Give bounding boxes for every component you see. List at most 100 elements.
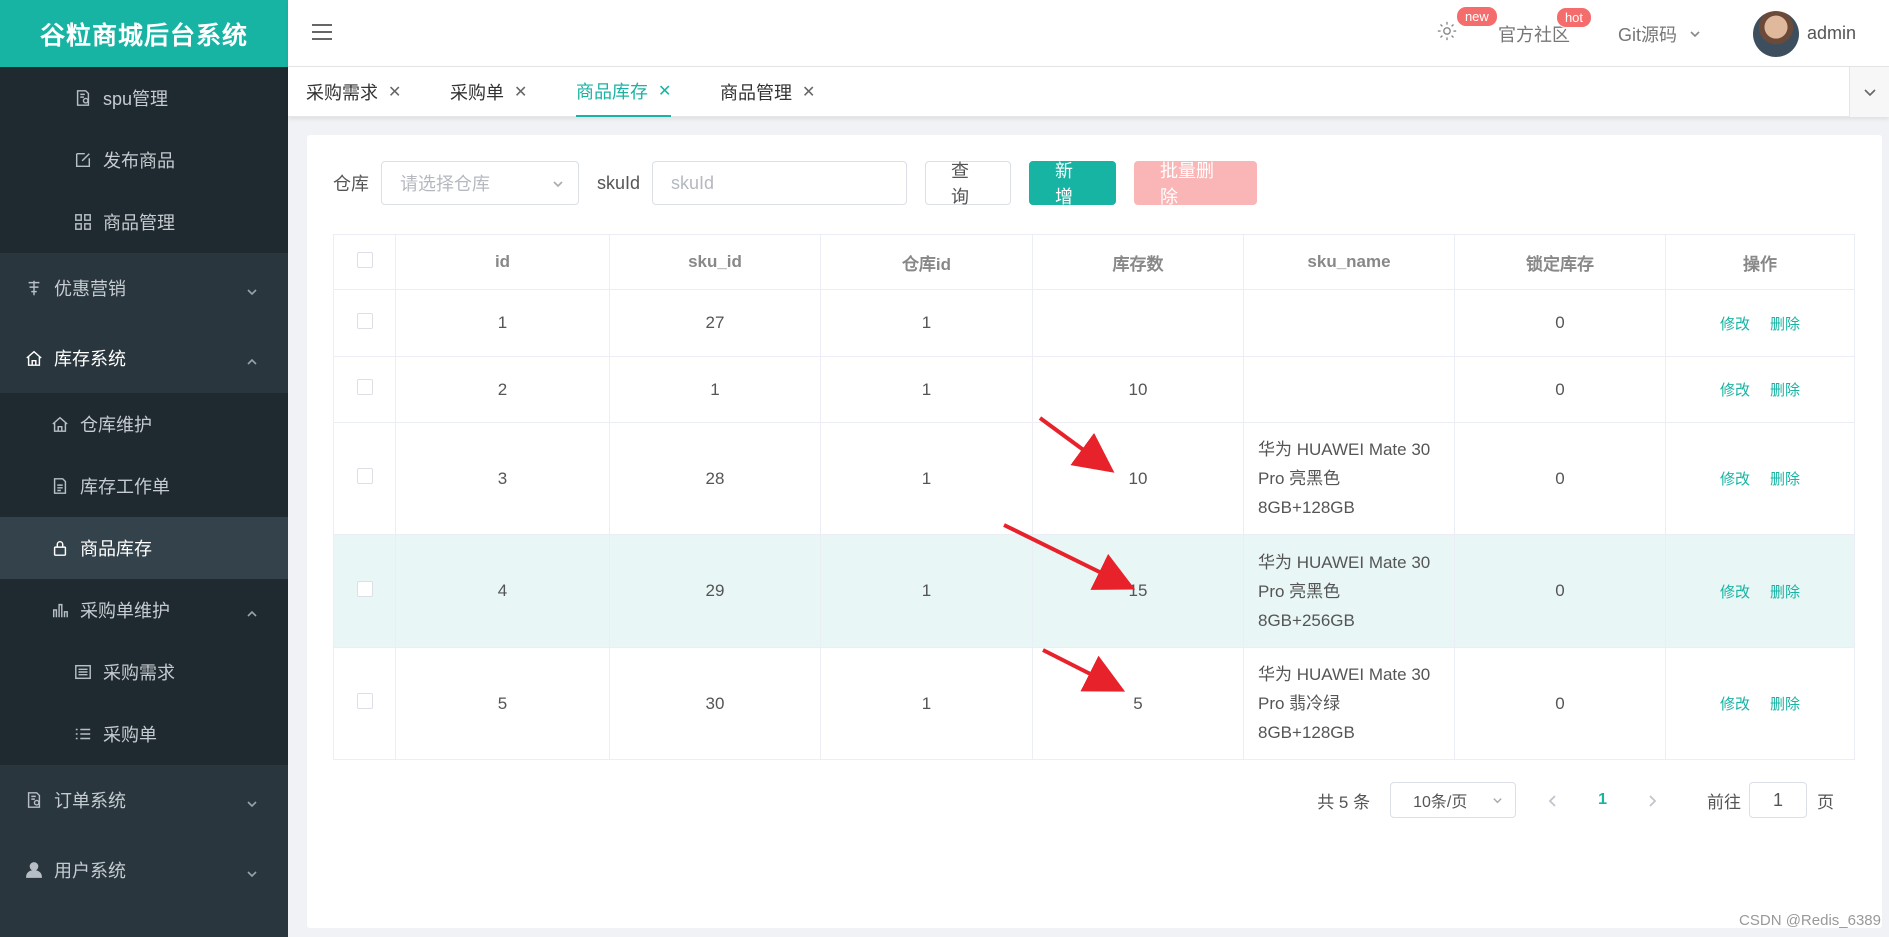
- tabs-dropdown-button[interactable]: [1849, 67, 1889, 117]
- sidebar-item-purchase-maintain[interactable]: 采购单维护: [0, 579, 288, 641]
- column-header[interactable]: 库存数: [1032, 234, 1244, 290]
- cell-actions: 修改 删除: [1665, 356, 1855, 423]
- column-header[interactable]: sku_id: [609, 234, 821, 290]
- batch-delete-button[interactable]: 批量删除: [1134, 161, 1258, 207]
- hamburger-icon[interactable]: [312, 24, 332, 42]
- sidebar-item-purchase-order[interactable]: 采购单: [0, 703, 288, 765]
- sidebar-item-inventory[interactable]: 库存系统: [0, 323, 288, 393]
- sidebar-item-label: spu管理: [103, 89, 169, 109]
- delete-button[interactable]: 删除: [1770, 382, 1800, 399]
- total-count: 共 5 条: [1317, 792, 1371, 812]
- chevron-up-icon: [246, 604, 258, 625]
- delete-button[interactable]: 删除: [1770, 316, 1800, 333]
- close-icon[interactable]: ✕: [514, 82, 527, 102]
- cell-sku-id: 28: [609, 422, 821, 535]
- column-header[interactable]: 仓库id: [820, 234, 1033, 290]
- tabs-bar: 采购需求 ✕ 采购单 ✕ 商品库存 ✕ 商品管理 ✕: [288, 67, 1889, 117]
- next-page-button[interactable]: [1645, 793, 1659, 807]
- home-icon: [24, 348, 44, 368]
- sidebar-item-purchase-demand[interactable]: 采购需求: [0, 641, 288, 703]
- select-all-checkbox[interactable]: [356, 251, 373, 268]
- sidebar-item-label: 优惠营销: [54, 279, 126, 299]
- chevron-left-icon: [1548, 795, 1556, 807]
- tab-product-stock[interactable]: 商品库存 ✕: [576, 67, 672, 117]
- tab-purchase-demand[interactable]: 采购需求 ✕: [306, 67, 401, 117]
- skuid-input[interactable]: [652, 161, 908, 205]
- edit-button[interactable]: 修改: [1720, 471, 1750, 488]
- row-checkbox[interactable]: [356, 580, 373, 597]
- goto-page-input[interactable]: [1749, 782, 1807, 818]
- row-select-cell: [333, 422, 396, 535]
- edit-button[interactable]: 修改: [1720, 696, 1750, 713]
- sidebar-item-work-order[interactable]: 库存工作单: [0, 455, 288, 517]
- content-card: 仓库 请选择仓库 skuId 查询 新增 批量删除 id sku_id 仓库id…: [307, 135, 1882, 928]
- edit-button[interactable]: 修改: [1720, 584, 1750, 601]
- sidebar-item-label: 采购单维护: [80, 601, 170, 621]
- close-icon[interactable]: ✕: [802, 82, 815, 102]
- chevron-down-icon: [1493, 798, 1502, 804]
- username[interactable]: admin: [1807, 23, 1856, 44]
- tab-label: 采购需求: [306, 83, 378, 103]
- cell-actions: 修改 删除: [1665, 422, 1855, 535]
- gear-icon: [1437, 21, 1457, 41]
- prev-page-button[interactable]: [1546, 793, 1560, 807]
- column-header[interactable]: 锁定库存: [1454, 234, 1666, 290]
- warehouse-select[interactable]: 请选择仓库: [381, 161, 579, 205]
- goto-label: 前往: [1707, 792, 1741, 812]
- avatar[interactable]: [1752, 10, 1799, 57]
- user-icon: [24, 860, 44, 880]
- sidebar-item-warehouse[interactable]: 仓库维护: [0, 393, 288, 455]
- community-link[interactable]: 官方社区 hot: [1498, 6, 1593, 47]
- cell-actions: 修改 删除: [1665, 647, 1855, 760]
- add-button[interactable]: 新增: [1029, 161, 1117, 207]
- page-unit-label: 页: [1817, 792, 1834, 812]
- cell-sku-id: 1: [609, 356, 821, 423]
- close-icon[interactable]: ✕: [388, 82, 401, 102]
- git-source-dropdown[interactable]: Git源码: [1618, 21, 1701, 47]
- sidebar-item-spu[interactable]: spu管理: [0, 67, 288, 129]
- sidebar-item-label: 采购单: [103, 725, 157, 745]
- column-header[interactable]: sku_name: [1243, 234, 1455, 290]
- list-icon: [73, 724, 93, 744]
- tab-purchase-order[interactable]: 采购单 ✕: [450, 67, 527, 117]
- close-icon[interactable]: ✕: [658, 81, 671, 101]
- cell-sku-id: 29: [609, 534, 821, 648]
- chevron-down-icon: [553, 181, 563, 188]
- sidebar-item-publish-product[interactable]: 发布商品: [0, 129, 288, 191]
- sidebar-item-product-stock[interactable]: 商品库存: [0, 517, 288, 579]
- tab-product-manage[interactable]: 商品管理 ✕: [720, 67, 815, 117]
- cell-actions: 修改 删除: [1665, 534, 1855, 648]
- sidebar-item-marketing[interactable]: 优惠营销: [0, 253, 288, 323]
- bar-chart-icon: [50, 600, 70, 620]
- delete-button[interactable]: 删除: [1770, 471, 1800, 488]
- table-row: 3 28 1 10 华为 HUAWEI Mate 30 Pro 亮黑色 8GB+…: [333, 422, 1855, 535]
- column-header[interactable]: id: [395, 234, 610, 290]
- row-checkbox[interactable]: [356, 312, 373, 329]
- row-select-cell: [333, 356, 396, 423]
- sidebar-item-users[interactable]: 用户系统: [0, 835, 288, 905]
- page-size-value: 10条/页: [1413, 794, 1468, 811]
- document-icon: [50, 476, 70, 496]
- chevron-up-icon: [246, 352, 258, 373]
- top-navbar: new 官方社区 hot Git源码 admin: [288, 0, 1889, 67]
- chevron-right-icon: [1649, 795, 1657, 807]
- settings-button[interactable]: new: [1436, 6, 1498, 47]
- sidebar-item-orders[interactable]: 订单系统: [0, 765, 288, 835]
- row-checkbox[interactable]: [356, 379, 373, 395]
- discount-icon: [24, 278, 44, 298]
- row-checkbox[interactable]: [356, 693, 373, 709]
- warehouse-label: 仓库: [333, 174, 369, 194]
- cell-locked: 0: [1454, 356, 1666, 423]
- row-checkbox[interactable]: [356, 468, 373, 484]
- cell-locked: 0: [1454, 289, 1666, 357]
- watermark: CSDN @Redis_6389: [1739, 912, 1881, 929]
- query-button[interactable]: 查询: [925, 161, 1012, 207]
- sidebar-item-label: 发布商品: [103, 151, 175, 171]
- page-size-select[interactable]: 10条/页: [1390, 782, 1517, 818]
- delete-button[interactable]: 删除: [1770, 584, 1800, 601]
- sidebar-item-product-manage[interactable]: 商品管理: [0, 191, 288, 253]
- edit-button[interactable]: 修改: [1720, 316, 1750, 333]
- edit-button[interactable]: 修改: [1720, 382, 1750, 399]
- delete-button[interactable]: 删除: [1770, 696, 1800, 713]
- page-number[interactable]: 1: [1598, 791, 1607, 809]
